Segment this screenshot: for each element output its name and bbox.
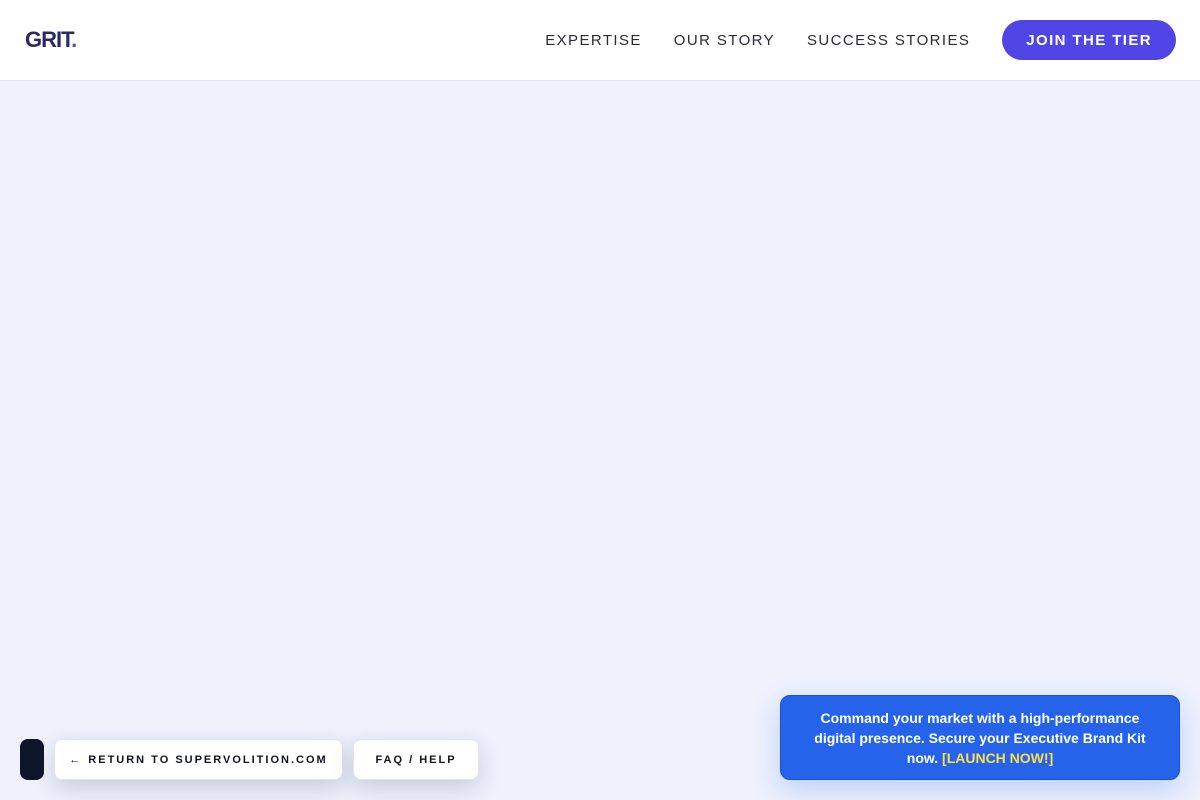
return-to-site-label: RETURN TO SUPERVOLITION.COM (88, 753, 328, 766)
menu-toggle-pill[interactable] (20, 739, 44, 780)
main-nav: EXPERTISE OUR STORY SUCCESS STORIES JOIN… (545, 20, 1176, 60)
nav-link-success-stories[interactable]: SUCCESS STORIES (807, 32, 970, 49)
faq-help-button[interactable]: FAQ / HELP (353, 739, 479, 780)
nav-link-our-story[interactable]: OUR STORY (674, 32, 775, 49)
logo-text: GRIT (25, 27, 72, 52)
left-arrow-icon: ← (69, 753, 83, 766)
return-to-site-button[interactable]: ← RETURN TO SUPERVOLITION.COM (54, 739, 343, 780)
nav-link-expertise[interactable]: EXPERTISE (545, 32, 642, 49)
launch-now-link[interactable]: [LAUNCH NOW!] (942, 750, 1053, 766)
site-header: GRIT. EXPERTISE OUR STORY SUCCESS STORIE… (0, 0, 1200, 81)
logo-dot: . (71, 27, 77, 52)
page: GRIT. EXPERTISE OUR STORY SUCCESS STORIE… (0, 0, 1200, 800)
promo-banner: Command your market with a high-performa… (780, 695, 1180, 780)
join-the-tier-button[interactable]: JOIN THE TIER (1002, 20, 1176, 60)
logo[interactable]: GRIT. (25, 27, 77, 53)
